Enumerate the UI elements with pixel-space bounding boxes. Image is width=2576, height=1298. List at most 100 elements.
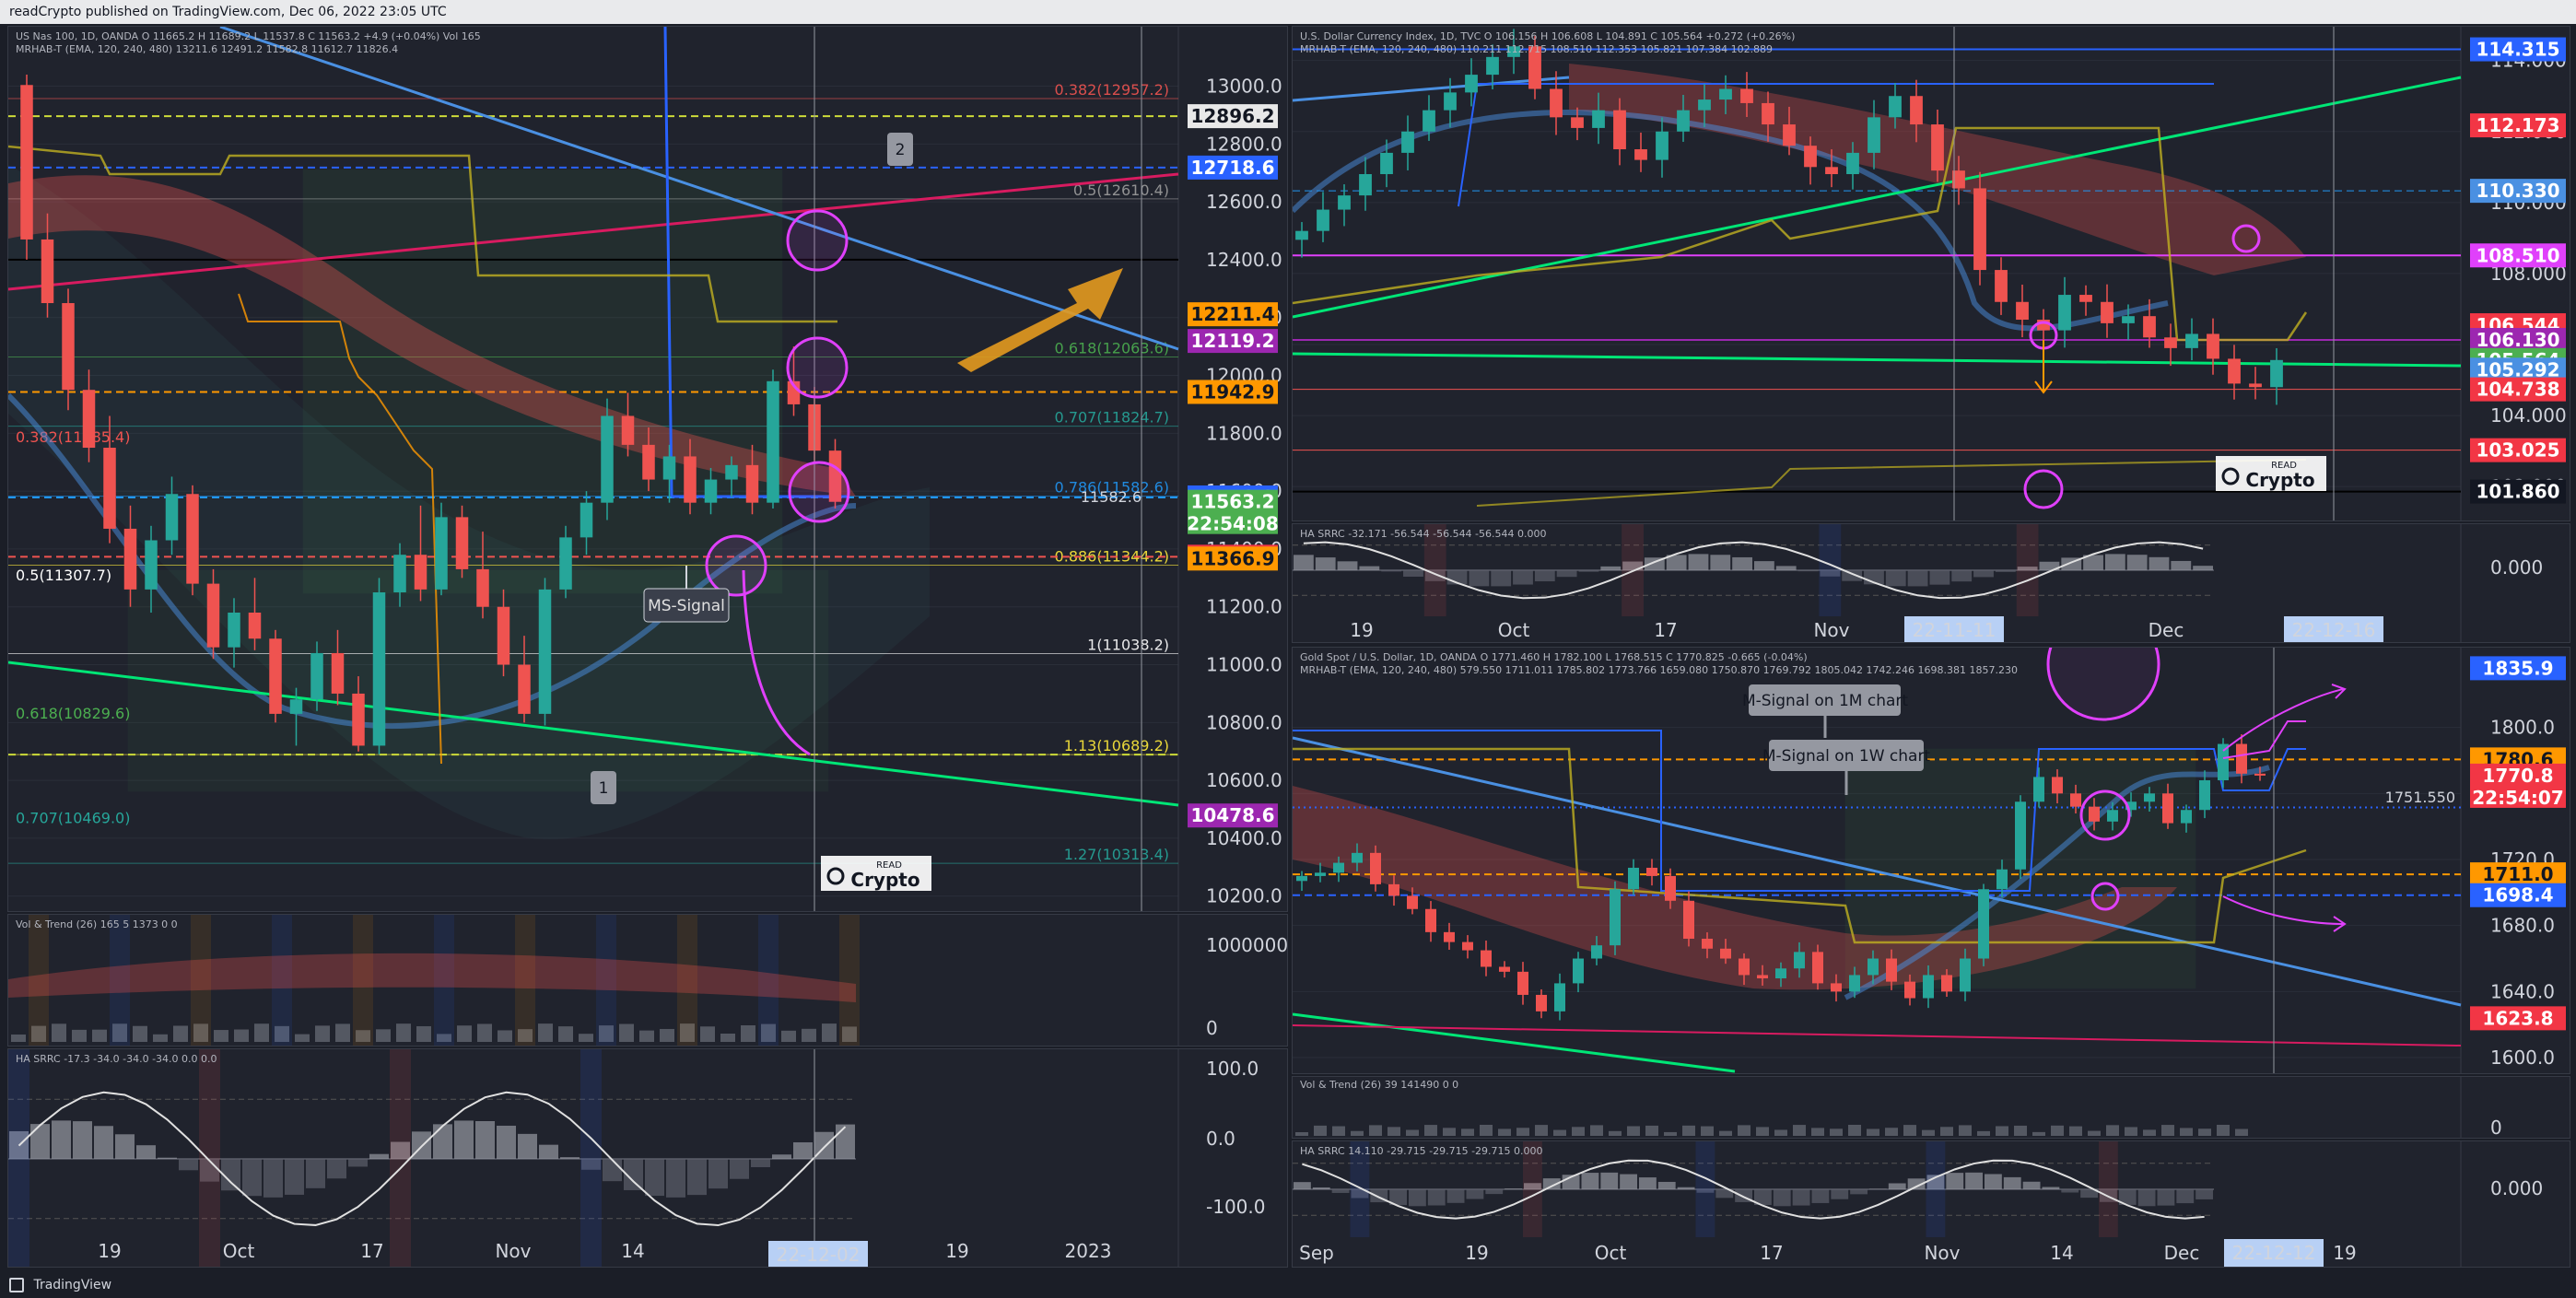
ndx-x-tick: 17 [360,1240,383,1262]
ha-histogram-bar [1315,557,1336,570]
dxy-highlight-circle [2023,469,2064,509]
ndx-y-tick: 12400.0 [1206,249,1282,271]
ha-histogram-bar [2003,1176,2021,1189]
ndx-candle [559,537,572,590]
gold-candle [2236,743,2247,774]
gold-trendline [1293,1012,1736,1073]
gold-candle [2144,793,2155,802]
dxy-candle [1613,110,1626,150]
dxy-candle [1762,102,1774,125]
gold-symbol-legend: Gold Spot / U.S. Dollar, 1D, OANDA O 177… [1300,651,1808,663]
ndx-volume-bar [92,1029,107,1042]
ndx-main-pane[interactable]: 13000.012800.012600.012400.012200.012000… [7,26,1288,912]
gold-candle [1296,875,1307,882]
gold-volume-bar [1664,1131,1677,1136]
dxy-candle [1571,117,1584,128]
gold-main-pane[interactable]: 1800.01760.01720.01680.01640.01600.0M-Si… [1292,647,2570,1074]
gold-candle [1849,975,1860,992]
ha-histogram-bar [1491,570,1512,587]
dxy-candle [2270,359,2283,388]
ndx-volume-bar [579,1034,593,1042]
ndx-candle [123,528,137,590]
ha-histogram-bar [1797,570,1819,572]
gold-x-tick: Oct [1595,1242,1627,1264]
gold-candle [1720,948,1731,959]
dxy-main-pane[interactable]: 114.000112.000110.000108.000106.000104.0… [1292,26,2570,521]
gold-volume-bar [1406,1129,1419,1136]
ha-histogram-bar [836,1124,855,1159]
gold-candle [1444,931,1455,942]
readcrypto-watermark: READCrypto [821,856,931,891]
gold-x-tick: 19 [1465,1242,1488,1264]
gold-ha-pane[interactable]: 0.000 Sep 19 Oct 17 Nov 14 Dec 22-12-12 19 HA SRR… [1292,1140,2570,1268]
price-tag-label: 11942.9 [1190,380,1274,403]
dxy-price-chart[interactable]: 114.000112.000110.000108.000106.000104.0… [1293,27,2570,521]
ndx-candle [414,555,427,590]
gold-volume-bar [1516,1128,1529,1136]
gold-candle [1499,966,1510,972]
ha-histogram-bar [179,1159,198,1171]
dxy-candle [1995,270,2008,302]
gold-candle [1886,958,1897,982]
dxy-candle [1338,195,1351,210]
gold-y-tick: 1640.0 [2490,980,2555,1002]
ndx-y-tick: 13000.0 [1206,76,1282,98]
price-tag: 101.860 [2470,479,2566,504]
ha-histogram-bar [751,1159,770,1167]
ndx-volume-bar [619,1023,634,1042]
dxy-candle [1740,88,1753,103]
gold-y-tick: 1680.0 [2490,915,2555,937]
gold-x-tick: 19 [2333,1242,2356,1264]
ha-histogram-bar [2195,1189,2213,1199]
price-tag-label: 11366.9 [1190,547,1274,569]
ha-histogram-bar [1381,570,1402,572]
ha-histogram-bar [1485,1189,1504,1195]
dxy-ha-pane[interactable]: 0.000 19 Oct 17 Nov 22-11-11 Dec 22-12-16 HA SR… [1292,523,2570,643]
ndx-time-cursor-label: 22-12-02 [777,1244,861,1266]
ndx-price-chart[interactable]: 13000.012800.012600.012400.012200.012000… [8,27,1288,912]
ndx-volume-bar [639,1030,654,1042]
ndx-candle [767,380,779,503]
gold-volume-bar [2051,1125,2064,1136]
ha-histogram-bar [1869,1188,1887,1189]
gold-candle [1315,872,1326,876]
dxy-x-tick: 17 [1654,619,1677,641]
gold-volume-bar [1424,1125,1437,1136]
price-tag-label: 101.860 [2476,481,2559,503]
gold-candle [1370,852,1381,884]
ndx-volume-bar [173,1025,188,1042]
gold-volume-pane[interactable]: 0 Vol & Trend (26) 39 141490 0 0 [1292,1076,2570,1139]
ndx-candle [186,494,199,584]
ha-histogram-bar [1929,570,1950,585]
ndx-highlight-circle [788,461,850,523]
ndx-fib-label: 1.13(10689.2) [1064,737,1169,754]
price-tag: 1711.0 [2470,862,2566,887]
dxy-candle [1973,188,1986,271]
dxy-trendline [1293,76,1570,102]
ndx-volume-bar [802,1028,816,1042]
ndx-fib-label: 0.707(11824.7) [1055,409,1169,427]
ndx-highlight-circle [786,336,849,399]
gold-candle [2162,793,2173,824]
gold-price-chart[interactable]: 1800.01760.01720.01680.01640.01600.0M-Si… [1293,648,2570,1074]
ha-histogram-bar [666,1159,685,1198]
ndx-ha-pane[interactable]: 100.0 0.0 -100.0 19 Oct 17 Nov 14 19 2023 22-12-02… [7,1048,1288,1268]
footer-brand: TradingView [33,1278,112,1292]
ndx-x-tick: 19 [945,1240,968,1262]
dxy-candle [1592,110,1605,128]
ms-signal-label: MS-Signal [648,597,725,615]
gold-volume-bar [1609,1130,1622,1136]
ha-histogram-bar [306,1159,325,1188]
ndx-candle [725,464,738,480]
gold-candle [1628,867,1639,890]
gold-candle [1978,889,1989,959]
ha-histogram-bar [475,1120,495,1159]
ndx-y-tick: 11200.0 [1206,596,1282,618]
dxy-candle [1931,124,1944,171]
dxy-candle [1550,88,1563,118]
gold-volume-chart: 0 [1295,1077,2502,1138]
ndx-vol-y-tick: 0 [1206,1017,1218,1039]
tradingview-footer[interactable]: TradingView [0,1272,2576,1298]
gold-volume-bar [1480,1125,1493,1136]
ndx-volume-pane[interactable]: 1000000 0 Vol & Trend (26) 165 5 1373 0 0 [7,914,1288,1047]
